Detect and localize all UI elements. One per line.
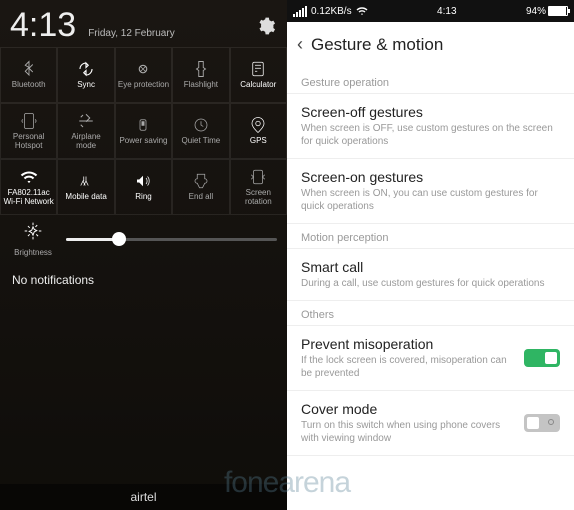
date: Friday, 12 February — [88, 28, 175, 39]
item-title: Screen-off gestures — [301, 104, 560, 120]
tile-personal-hotspot[interactable]: Personal Hotspot — [0, 103, 57, 159]
tile-mobile-data[interactable]: Mobile data — [57, 159, 114, 215]
tile-label: Calculator — [238, 81, 278, 90]
item-title: Cover mode — [301, 401, 514, 417]
tile-quiet-time[interactable]: Quiet Time — [172, 103, 229, 159]
tile-label: Ring — [133, 193, 153, 202]
tile-label: FA802.11ac Wi-Fi Network — [1, 189, 56, 207]
clock: 4:13 — [10, 6, 76, 45]
tile-icon — [20, 60, 38, 78]
setting-screen-off-gestures[interactable]: Screen-off gestures When screen is OFF, u… — [287, 94, 574, 159]
tile-label: Screen rotation — [231, 189, 286, 207]
tile-screen-rotation[interactable]: Screen rotation — [230, 159, 287, 215]
tile-label: Flashlight — [182, 81, 220, 90]
tile-icon — [192, 116, 210, 134]
tile-icon — [249, 60, 267, 78]
tiles-grid: Bluetooth Sync Eye protection Flashlight Cal… — [0, 47, 287, 215]
battery-icon — [548, 6, 568, 16]
quick-settings-panel: 4:13 Friday, 12 February Bluetooth Sync Ey… — [0, 0, 287, 510]
signal-icon — [293, 6, 307, 17]
status-clock: 4:13 — [437, 6, 456, 17]
tile-label: Mobile data — [63, 193, 108, 202]
tile-icon — [134, 60, 152, 78]
brightness-label: Brightness — [14, 248, 52, 257]
brightness-row: Brightness — [0, 215, 287, 263]
section-header: Motion perception — [287, 228, 574, 249]
settings-icon[interactable] — [255, 15, 277, 37]
status-bar-right: 0.12KB/s 4:13 94% — [287, 0, 574, 22]
toggle[interactable] — [524, 414, 560, 432]
item-sub: Turn on this switch when using phone cov… — [301, 419, 514, 445]
tile-label: Power saving — [117, 137, 169, 146]
tile-fa802-11ac-wi-fi-network[interactable]: FA802.11ac Wi-Fi Network — [0, 159, 57, 215]
tile-icon — [249, 116, 267, 134]
tile-icon — [134, 172, 152, 190]
tile-gps[interactable]: GPS — [230, 103, 287, 159]
tile-icon — [77, 112, 95, 130]
section-header: Gesture operation — [287, 73, 574, 94]
tile-label: GPS — [248, 137, 269, 146]
tile-airplane-mode[interactable]: Airplane mode — [57, 103, 114, 159]
section-header: Others — [287, 305, 574, 326]
item-sub: If the lock screen is covered, misoperat… — [301, 354, 514, 380]
back-icon[interactable]: ‹ — [297, 34, 303, 55]
tile-label: Quiet Time — [180, 137, 223, 146]
tile-label: Airplane mode — [58, 133, 113, 151]
tile-label: Personal Hotspot — [1, 133, 56, 151]
tile-bluetooth[interactable]: Bluetooth — [0, 47, 57, 103]
tile-icon — [192, 172, 210, 190]
tile-icon — [249, 168, 267, 186]
tile-eye-protection[interactable]: Eye protection — [115, 47, 172, 103]
tile-power-saving[interactable]: Power saving — [115, 103, 172, 159]
toggle[interactable] — [524, 349, 560, 367]
item-sub: During a call, use custom gestures for q… — [301, 277, 560, 290]
item-title: Smart call — [301, 259, 560, 275]
tile-icon — [77, 172, 95, 190]
tile-icon — [192, 60, 210, 78]
status-bar-left: 4:13 Friday, 12 February — [0, 0, 287, 47]
tile-calculator[interactable]: Calculator — [230, 47, 287, 103]
setting-smart-call[interactable]: Smart call During a call, use custom gest… — [287, 249, 574, 301]
battery-percent: 94% — [526, 6, 546, 17]
item-title: Screen-on gestures — [301, 169, 560, 185]
no-notifications-text: No notifications — [0, 263, 287, 297]
tile-label: Bluetooth — [10, 81, 48, 90]
tile-ring[interactable]: Ring — [115, 159, 172, 215]
brightness-slider[interactable] — [66, 238, 277, 241]
tile-icon — [20, 168, 38, 186]
setting-prevent-misoperation[interactable]: Prevent misoperation If the lock screen i… — [287, 326, 574, 391]
setting-cover-mode[interactable]: Cover mode Turn on this switch when using… — [287, 391, 574, 456]
brightness-icon — [23, 221, 43, 246]
wifi-icon — [356, 5, 368, 17]
tile-label: End all — [187, 193, 215, 202]
page-header: ‹ Gesture & motion — [287, 22, 574, 69]
item-sub: When screen is OFF, use custom gestures … — [301, 122, 560, 148]
tile-icon — [134, 116, 152, 134]
tile-flashlight[interactable]: Flashlight — [172, 47, 229, 103]
tile-label: Eye protection — [116, 81, 171, 90]
settings-page: 0.12KB/s 4:13 94% ‹ Gesture & motion Ges… — [287, 0, 574, 510]
carrier-label: airtel — [0, 484, 287, 510]
page-title: Gesture & motion — [311, 35, 443, 55]
tile-sync[interactable]: Sync — [57, 47, 114, 103]
tile-end-all[interactable]: End all — [172, 159, 229, 215]
tile-icon — [20, 112, 38, 130]
item-title: Prevent misoperation — [301, 336, 514, 352]
item-sub: When screen is ON, you can use custom ge… — [301, 187, 560, 213]
tile-label: Sync — [75, 81, 97, 90]
setting-screen-on-gestures[interactable]: Screen-on gestures When screen is ON, you… — [287, 159, 574, 224]
tile-icon — [77, 60, 95, 78]
net-speed: 0.12KB/s — [311, 6, 352, 17]
brightness-thumb[interactable] — [112, 232, 126, 246]
